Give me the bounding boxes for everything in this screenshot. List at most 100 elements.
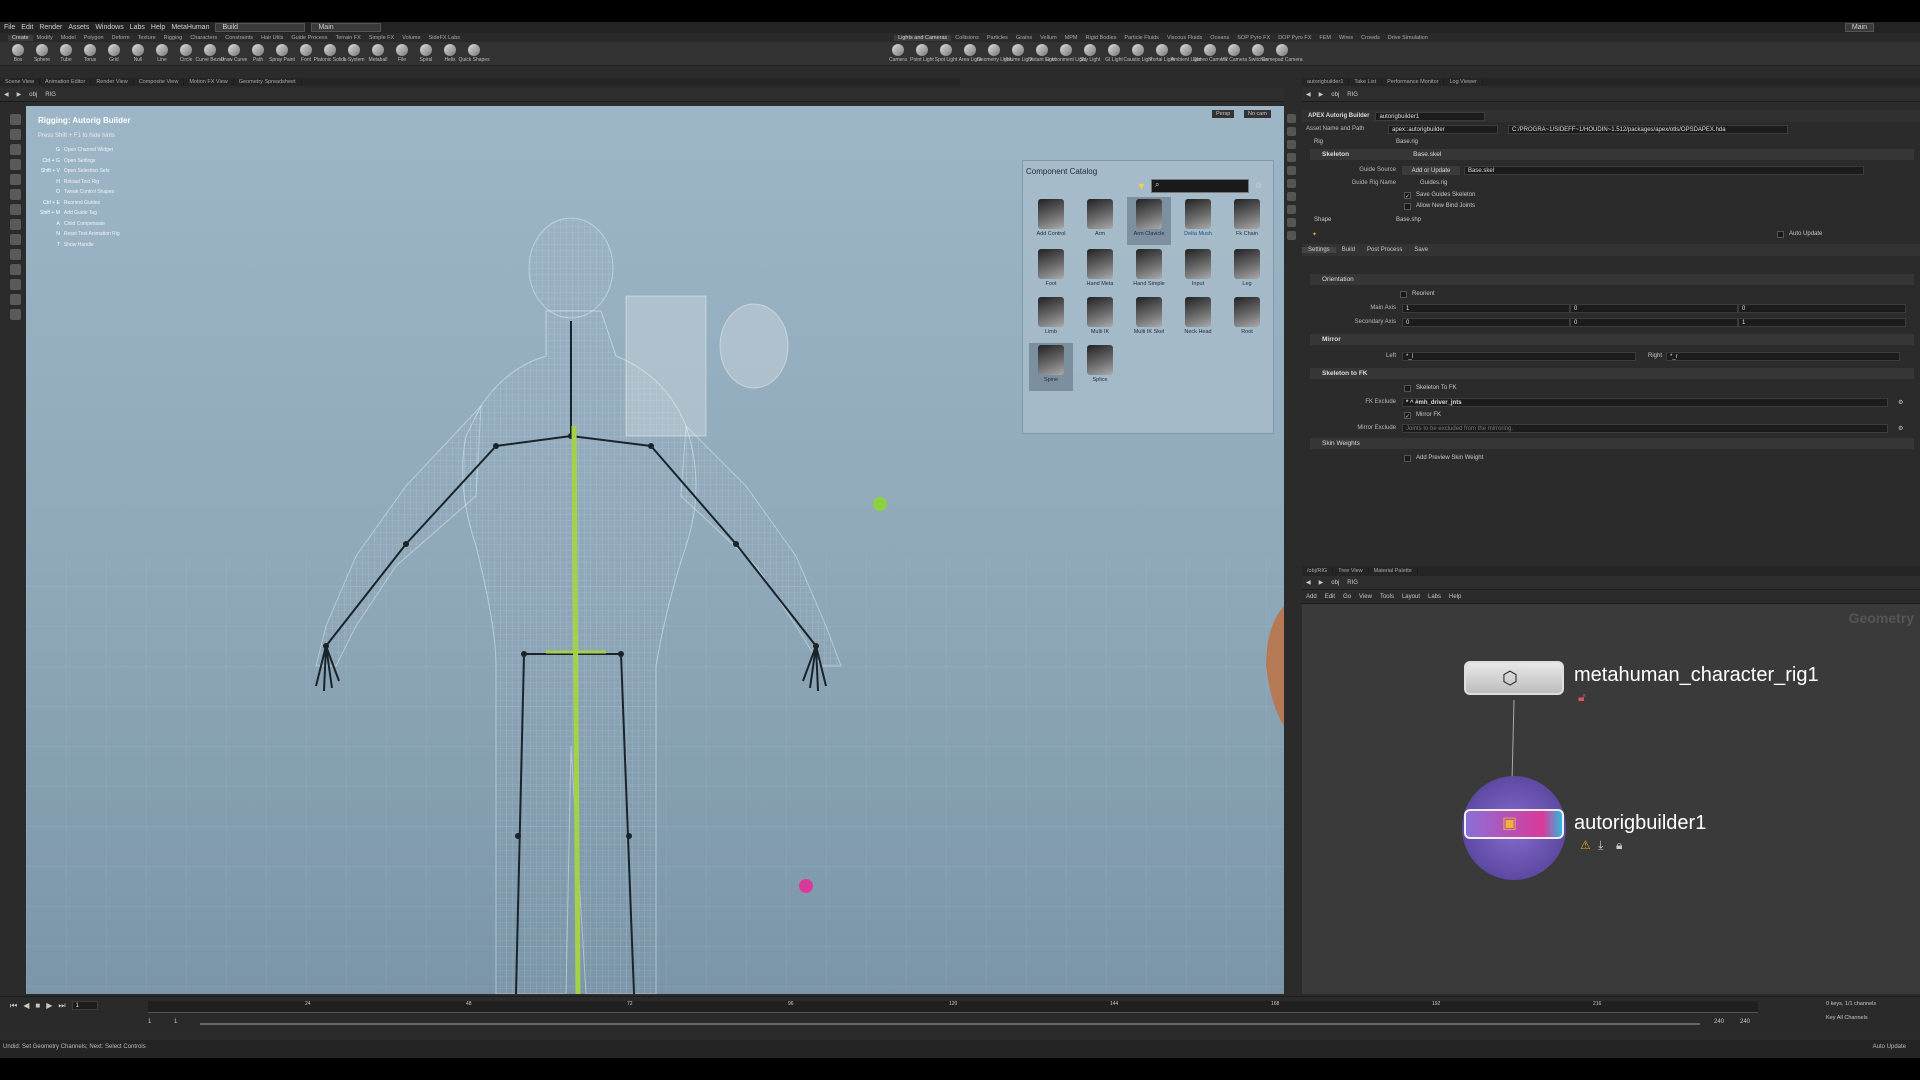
tab-motion-fx-view[interactable]: Motion FX View (184, 79, 234, 85)
shelf-tab[interactable]: Guide Process (287, 35, 331, 41)
catalog-item-arm-clavicle[interactable]: Arm Clavicle (1127, 197, 1171, 245)
checkbox[interactable] (1400, 290, 1407, 298)
shelf-tool-sphere[interactable]: Sphere (30, 44, 54, 63)
shelf-tab[interactable]: Characters (186, 35, 221, 41)
shelf-tool-file[interactable]: File (390, 44, 414, 63)
shelf-tab[interactable]: Polygon (80, 35, 108, 41)
stop-icon[interactable]: ■ (35, 1001, 40, 1011)
shelf-tab[interactable]: DOP Pyro FX (1274, 35, 1315, 41)
pose-tool-icon[interactable] (9, 189, 21, 200)
control-marker-green[interactable] (873, 497, 887, 511)
catalog-item-delta-mush[interactable]: Delta Mush (1176, 197, 1220, 245)
catalog-item-spine[interactable]: Spine (1029, 343, 1073, 391)
mirror-fk-row[interactable]: ✓ Mirror FK (1302, 409, 1920, 421)
shelf-tab[interactable]: Collisions (951, 35, 983, 41)
ghost-icon[interactable] (1286, 166, 1296, 175)
catalog-item-fk-chain[interactable]: Fk Chain (1225, 197, 1269, 245)
node-name-field[interactable]: autorigbuilder1 (1375, 111, 1486, 121)
catalog-item-foot[interactable]: Foot (1029, 247, 1073, 295)
catalog-item-input[interactable]: Input (1176, 247, 1220, 295)
catalog-item-multi-ik-skel[interactable]: Multi IK Skel (1127, 295, 1171, 343)
download-icon[interactable]: ⤓ (1598, 838, 1603, 853)
mirror-section[interactable]: Mirror (1310, 334, 1914, 345)
magnet-tool-icon[interactable] (9, 249, 21, 260)
network-editor[interactable]: Geometry ⬡ metahuman_character_rig1 🔓︎ ▣… (1302, 604, 1920, 994)
network-menu-labs[interactable]: Labs (1428, 594, 1441, 600)
menu-labs[interactable]: Labs (130, 24, 145, 31)
pin-tool-icon[interactable] (9, 234, 21, 245)
back-arrow-icon[interactable]: ◀ (4, 91, 9, 98)
secondary-axis-y[interactable]: 0 (1570, 317, 1738, 327)
move-tool-icon[interactable] (9, 129, 21, 140)
catalog-item-hand-simple[interactable]: Hand Simple (1127, 247, 1171, 295)
shaded-icon[interactable] (1286, 140, 1296, 149)
shelf-tab[interactable]: Oceans (1206, 35, 1233, 41)
shelf-tool-spray-paint[interactable]: Spray Paint (269, 44, 295, 63)
menu-file[interactable]: File (4, 24, 15, 31)
warning-icon[interactable]: ⚠ (1580, 838, 1591, 852)
gear-icon[interactable]: ⚙ (1898, 425, 1903, 432)
snap-tool-icon[interactable] (9, 264, 21, 275)
range-start2[interactable]: 1 (174, 1019, 177, 1025)
checkbox[interactable] (1404, 454, 1411, 462)
main-axis-y[interactable]: 0 (1570, 303, 1738, 313)
catalog-item-root[interactable]: Root (1225, 295, 1269, 343)
tab-network[interactable]: /obj/RIG (1302, 568, 1334, 574)
catalog-item-leg[interactable]: Leg (1225, 247, 1269, 295)
node2-label[interactable]: autorigbuilder1 (1574, 812, 1706, 835)
shelf-tab[interactable]: Modify (33, 35, 57, 41)
network-menu-help[interactable]: Help (1449, 594, 1461, 600)
normals-icon[interactable] (1286, 192, 1296, 201)
persp-button[interactable]: Persp (1212, 110, 1235, 118)
network-menu-tools[interactable]: Tools (1380, 594, 1394, 600)
network-menu-layout[interactable]: Layout (1402, 594, 1420, 600)
shelf-tool-sky-light[interactable]: Sky Light (1078, 44, 1102, 63)
render-tool-icon[interactable] (9, 309, 21, 320)
tab-build[interactable]: Build (1336, 247, 1361, 253)
right-field[interactable]: *_r (1666, 351, 1900, 361)
node-metahuman-rig[interactable]: ⬡ (1464, 661, 1564, 695)
lock-icon[interactable]: 🔒︎ (1616, 838, 1622, 853)
shelf-tab[interactable]: Create (8, 34, 33, 41)
reorient-row[interactable]: Reorient (1302, 288, 1920, 300)
shelf-tool-point-light[interactable]: Point Light (910, 44, 934, 63)
orientation-section[interactable]: Orientation (1310, 274, 1914, 285)
shelf-tool-vr-camera[interactable]: VR Camera (1221, 44, 1247, 63)
path-obj[interactable]: obj (1331, 580, 1339, 586)
tab-take-list[interactable]: Take List (1349, 79, 1383, 85)
rotate-tool-icon[interactable] (9, 144, 21, 155)
shelf-tab[interactable]: SideFX Labs (425, 35, 465, 41)
points-icon[interactable] (1286, 179, 1296, 188)
shelf-tab[interactable]: Constraints (221, 35, 257, 41)
frame-ruler[interactable]: 24 48 72 96 120 144 168 192 216 (148, 1001, 1758, 1013)
menu-assets[interactable]: Assets (68, 24, 89, 31)
path-rig[interactable]: RIG (1347, 92, 1358, 98)
menu-metahuman[interactable]: MetaHuman (171, 24, 209, 31)
back-arrow-icon[interactable]: ◀ (1306, 91, 1311, 98)
node1-label[interactable]: metahuman_character_rig1 (1574, 664, 1819, 687)
handle-tool-icon[interactable] (9, 174, 21, 185)
tab-geometry-spreadsheet[interactable]: Geometry Spreadsheet (234, 79, 302, 85)
shelf-tool-null[interactable]: Null (126, 44, 150, 63)
skeleton-to-fk-row[interactable]: Skeleton To FK (1302, 382, 1920, 394)
catalog-item-multi-ik[interactable]: Multi IK (1078, 295, 1122, 343)
unlock-icon[interactable]: 🔓︎ (1578, 690, 1586, 705)
back-arrow-icon[interactable]: ◀ (1306, 579, 1311, 586)
shelf-tab[interactable]: Particles (983, 35, 1012, 41)
shelf-tab[interactable]: Terrain FX (331, 35, 364, 41)
tab-save[interactable]: Save (1408, 247, 1434, 253)
checkbox-checked[interactable]: ✓ (1404, 411, 1411, 420)
shelf-tab[interactable]: Volume (398, 35, 424, 41)
range-end2[interactable]: 240 (1740, 1019, 1750, 1025)
catalog-search-input[interactable]: ⌕ (1151, 179, 1249, 193)
shelf-tool-torus[interactable]: Torus (78, 44, 102, 63)
shelf-tool-draw-curve[interactable]: Draw Curve (221, 44, 247, 63)
shelf-tab[interactable]: Grains (1012, 35, 1036, 41)
main-select[interactable]: Main (1844, 23, 1874, 32)
current-frame-field[interactable]: 1 (71, 1001, 98, 1010)
checkbox-checked[interactable]: ✓ (1404, 191, 1411, 200)
path-obj[interactable]: obj (1331, 92, 1339, 98)
auto-update-status[interactable]: Auto Update (1873, 1040, 1906, 1054)
shelf-tab[interactable]: Simple FX (365, 35, 398, 41)
shelf-tab[interactable]: Lights and Cameras (894, 34, 952, 41)
